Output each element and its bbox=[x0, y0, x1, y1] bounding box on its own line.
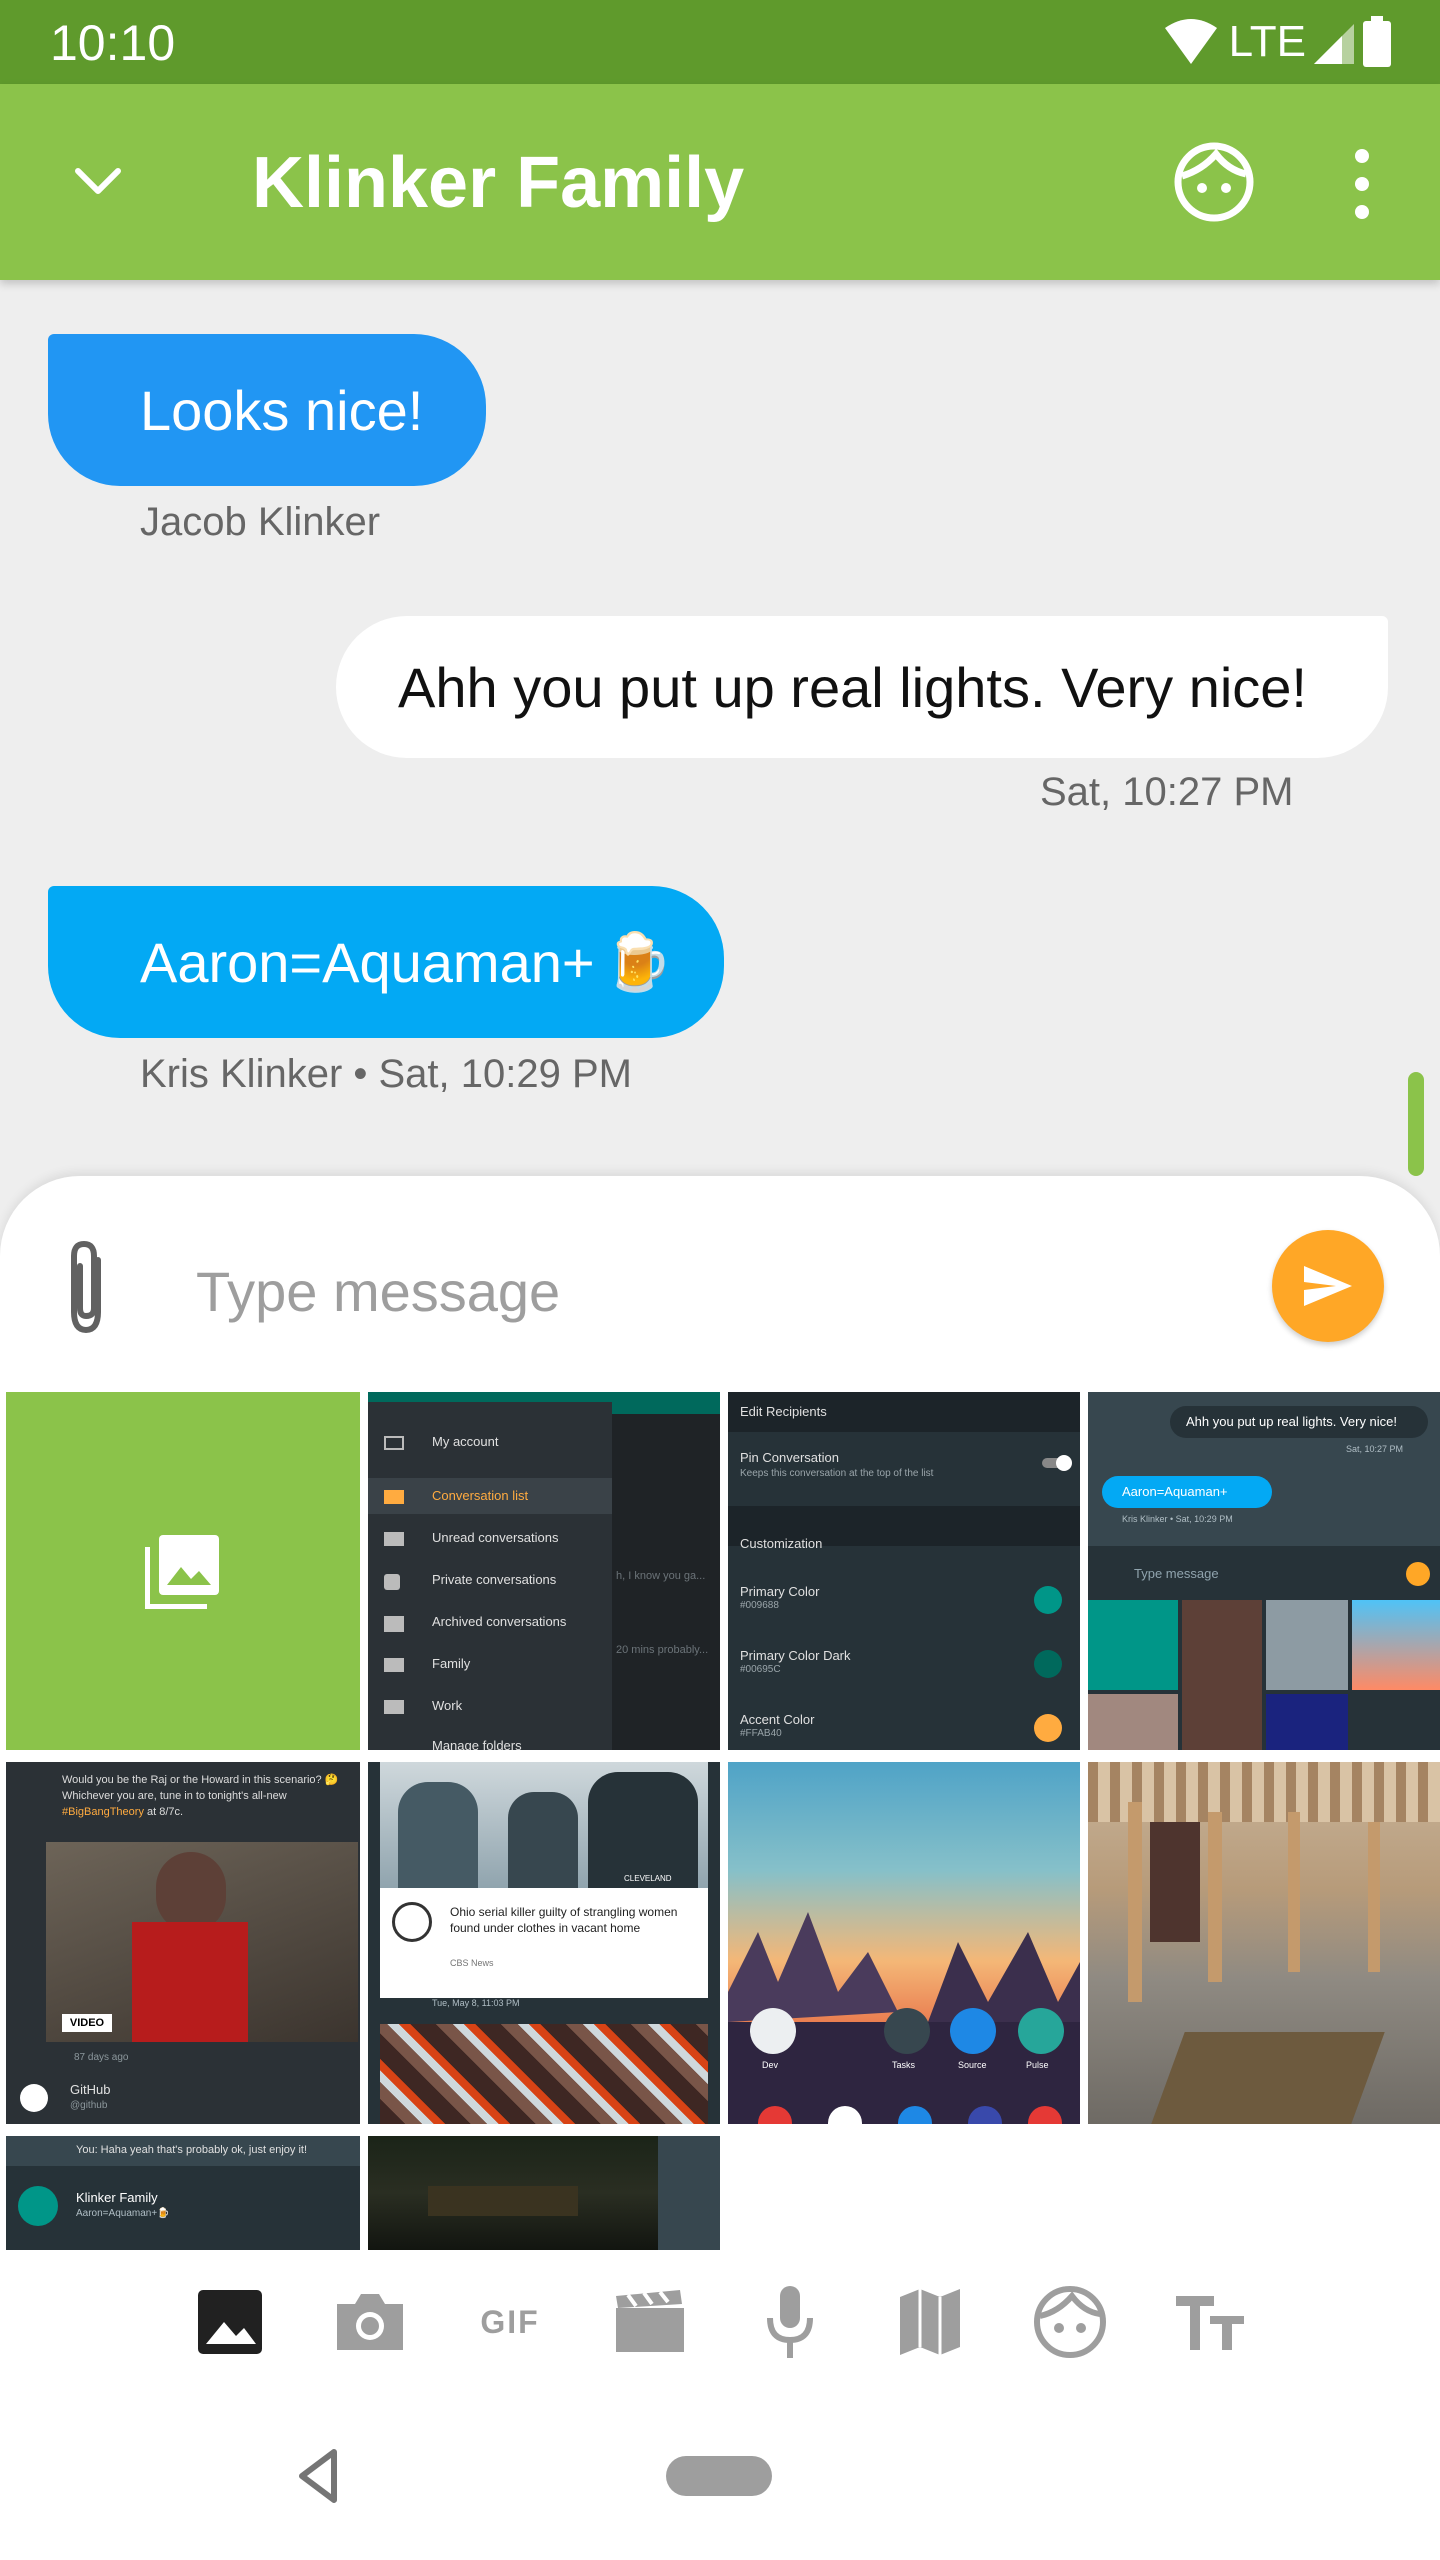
attach-toolbar: GIF bbox=[0, 2258, 1440, 2388]
map-icon bbox=[900, 2289, 960, 2355]
gallery-image[interactable]: Edit Recipients Pin Conversation Keeps t… bbox=[728, 1392, 1080, 1750]
wifi-icon bbox=[1164, 19, 1217, 64]
photo-library-icon bbox=[145, 1535, 219, 1609]
message-bubble[interactable]: Aaron=Aquaman+ 🍺 bbox=[48, 886, 724, 1038]
status-bar: 10:10 LTE bbox=[0, 0, 1440, 84]
tab-text-format[interactable] bbox=[1160, 2272, 1260, 2372]
send-icon bbox=[1304, 1266, 1352, 1306]
tab-gallery[interactable] bbox=[180, 2272, 280, 2372]
camera-icon bbox=[337, 2294, 403, 2350]
beer-emoji: 🍺 bbox=[602, 930, 673, 993]
face-icon bbox=[1174, 142, 1254, 222]
message-text: Aaron=Aquaman+ bbox=[140, 930, 595, 994]
mic-icon bbox=[767, 2286, 813, 2358]
signal-icon bbox=[1314, 24, 1354, 64]
gallery-image[interactable] bbox=[1088, 1762, 1440, 2124]
tab-video[interactable] bbox=[600, 2272, 700, 2372]
paperclip-icon bbox=[71, 1240, 101, 1334]
message-meta: Kris Klinker • Sat, 10:29 PM bbox=[140, 1052, 632, 1096]
collapse-button[interactable] bbox=[60, 144, 136, 220]
tab-gif[interactable]: GIF bbox=[460, 2272, 560, 2372]
tab-location[interactable] bbox=[880, 2272, 980, 2372]
tab-sticker[interactable] bbox=[1020, 2272, 1120, 2372]
open-gallery-tile[interactable] bbox=[6, 1392, 360, 1750]
overflow-menu-button[interactable] bbox=[1338, 142, 1386, 226]
emoji-icon bbox=[1034, 2286, 1106, 2358]
text-format-icon bbox=[1176, 2296, 1244, 2350]
nav-back-icon bbox=[299, 2449, 337, 2503]
status-icons: LTE bbox=[1163, 14, 1392, 70]
send-button[interactable] bbox=[1272, 1230, 1384, 1342]
battery-icon bbox=[1363, 16, 1391, 67]
gallery-image[interactable]: You: Haha yeah that's probably ok, just … bbox=[6, 2136, 360, 2250]
message-meta: Sat, 10:27 PM bbox=[1040, 770, 1294, 814]
conversation-title: Klinker Family bbox=[252, 143, 745, 223]
network-type: LTE bbox=[1228, 17, 1306, 66]
message-bubble[interactable]: Looks nice! bbox=[48, 334, 486, 486]
message-text: Looks nice! bbox=[140, 378, 424, 442]
gallery-image[interactable]: Dev Tasks Source Pulse bbox=[728, 1762, 1080, 2124]
status-time: 10:10 bbox=[50, 15, 176, 71]
nav-back-button[interactable] bbox=[290, 2444, 350, 2508]
app-bar: Klinker Family bbox=[0, 84, 1440, 280]
image-icon bbox=[198, 2290, 262, 2354]
message-text: Ahh you put up real lights. Very nice! bbox=[398, 655, 1307, 719]
message-meta: Jacob Klinker bbox=[140, 500, 381, 544]
gallery-image[interactable]: Ahh you put up real lights. Very nice! S… bbox=[1088, 1392, 1440, 1750]
gallery-image[interactable]: CLEVELAND Ohio serial killer guilty of s… bbox=[368, 1762, 720, 2124]
nav-home-button[interactable] bbox=[666, 2456, 772, 2496]
message-bubble[interactable]: Ahh you put up real lights. Very nice! bbox=[336, 616, 1388, 758]
chevron-down-icon bbox=[75, 168, 121, 194]
contact-button[interactable] bbox=[1172, 140, 1256, 224]
video-icon bbox=[616, 2290, 684, 2352]
gallery-image[interactable]: Would you be the Raj or the Howard in th… bbox=[6, 1762, 360, 2124]
attach-button[interactable] bbox=[52, 1238, 122, 1338]
gif-icon: GIF bbox=[480, 2303, 540, 2340]
tab-audio[interactable] bbox=[740, 2272, 840, 2372]
message-input[interactable] bbox=[196, 1246, 1196, 1336]
more-vert-icon bbox=[1355, 149, 1369, 163]
tab-camera[interactable] bbox=[320, 2272, 420, 2372]
scrollbar[interactable] bbox=[1408, 1072, 1424, 1176]
gallery-image[interactable] bbox=[368, 2136, 720, 2250]
gallery-image[interactable]: My account Conversation list Unread conv… bbox=[368, 1392, 720, 1750]
